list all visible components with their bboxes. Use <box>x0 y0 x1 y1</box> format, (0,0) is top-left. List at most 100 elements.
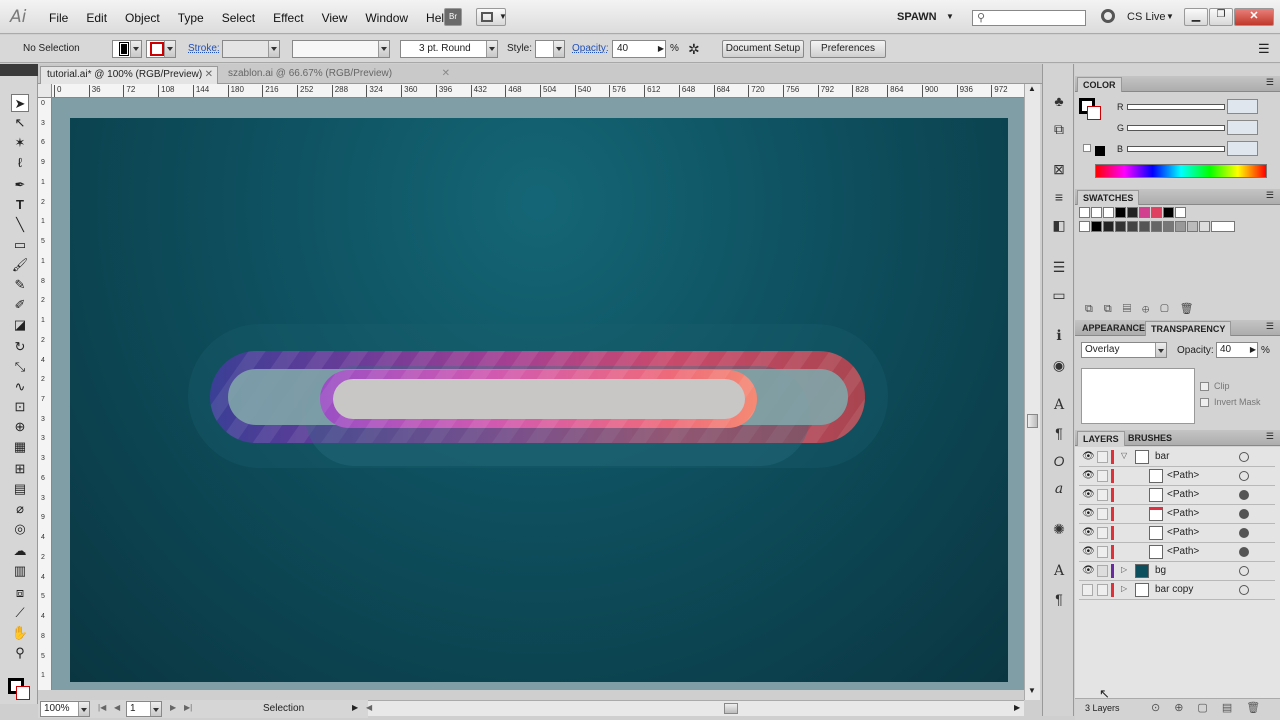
brush-definition[interactable]: 3 pt. Round <box>400 40 498 58</box>
eye-icon[interactable]: 👁 <box>1082 489 1095 501</box>
menu-edit[interactable]: Edit <box>77 11 116 25</box>
swatch[interactable] <box>1079 207 1090 218</box>
zoom-icon[interactable]: ⚲ <box>11 644 29 662</box>
graph-icon[interactable]: ▥ <box>11 562 29 580</box>
hscroll-thumb[interactable] <box>724 703 738 714</box>
transform-icon[interactable]: ⊠ <box>1050 160 1068 178</box>
artboard-icon[interactable]: ⧈ <box>11 584 29 602</box>
layer-row-path[interactable]: 👁 <Path> <box>1079 543 1275 562</box>
menu-view[interactable]: View <box>313 11 357 25</box>
g-slider[interactable] <box>1127 125 1225 131</box>
layer-name[interactable]: bg <box>1155 565 1166 576</box>
scroll-thumb[interactable] <box>1027 414 1038 428</box>
eye-icon[interactable]: 👁 <box>1082 470 1095 482</box>
close-button[interactable]: ✕ <box>1234 8 1274 26</box>
color-tab[interactable]: COLOR <box>1077 77 1122 92</box>
target-icon[interactable] <box>1239 547 1249 557</box>
eye-icon[interactable]: 👁 <box>1082 546 1095 558</box>
scroll-left-icon[interactable]: ◀ <box>366 703 372 712</box>
vertical-ruler[interactable]: 036912151821242733363942454851 <box>38 98 52 690</box>
lock-toggle[interactable] <box>1097 470 1108 482</box>
expand-right-icon[interactable]: ▷ <box>1121 584 1127 593</box>
artboard[interactable] <box>70 118 1008 682</box>
layer-row-bar-copy[interactable]: ▷ bar copy <box>1079 581 1275 600</box>
blob-brush-icon[interactable]: ✐ <box>11 296 29 314</box>
symbols-icon[interactable]: ♣ <box>1050 92 1068 110</box>
color-spectrum[interactable] <box>1095 164 1267 178</box>
invert-mask-checkbox[interactable] <box>1200 398 1209 407</box>
slice-icon[interactable]: ⟋ <box>11 604 29 622</box>
layer-name[interactable]: <Path> <box>1167 470 1199 481</box>
black-swatch[interactable] <box>1095 146 1105 156</box>
transparency-tab[interactable]: TRANSPARENCY <box>1145 321 1232 336</box>
eye-icon[interactable]: 👁 <box>1082 508 1095 520</box>
horizontal-ruler[interactable]: 0 36 72 108 144 180 216 252 288 324 360 396 432 468 50… <box>52 84 1024 98</box>
swatch[interactable] <box>1151 207 1162 218</box>
opacity-mask-thumbnail[interactable] <box>1081 368 1195 424</box>
menu-object[interactable]: Object <box>116 11 169 25</box>
graphic-styles-icon[interactable]: ✺ <box>1050 520 1068 538</box>
pencil-icon[interactable]: ✎ <box>11 276 29 294</box>
status-menu-icon[interactable]: ▶ <box>352 703 358 712</box>
swatch[interactable] <box>1091 221 1102 232</box>
clip-checkbox[interactable] <box>1200 382 1209 391</box>
paintbrush-icon[interactable]: 🖌 <box>11 256 29 274</box>
blend-icon[interactable]: ◎ <box>11 520 29 538</box>
expand-right-icon[interactable]: ▷ <box>1121 565 1127 574</box>
menu-type[interactable]: Type <box>169 11 213 25</box>
layers-footer-icons[interactable]: ⊙⊕▢▤🗑 <box>1151 701 1274 714</box>
scroll-right-icon[interactable]: ▶ <box>1014 703 1020 712</box>
r-value[interactable] <box>1227 99 1258 114</box>
fill-swatch[interactable] <box>112 40 142 58</box>
layer-name[interactable]: bar <box>1155 451 1169 462</box>
layer-name[interactable]: <Path> <box>1167 489 1199 500</box>
swatch[interactable] <box>1127 221 1138 232</box>
opacity-field[interactable]: 40 ▶ <box>612 40 666 58</box>
info-icon[interactable]: ℹ <box>1050 326 1068 344</box>
appearance-tab[interactable]: APPEARANCE <box>1077 321 1150 336</box>
stroke-label[interactable]: Stroke: <box>188 43 220 54</box>
opentype-icon[interactable]: O <box>1050 452 1068 470</box>
pen-icon[interactable]: ✒ <box>11 176 29 194</box>
opacity-label[interactable]: Opacity: <box>572 43 609 54</box>
target-icon[interactable] <box>1239 452 1249 462</box>
panel-menu-icon[interactable]: ☰ <box>1266 77 1274 88</box>
close-icon[interactable]: ✕ <box>442 66 450 82</box>
blend-mode-select[interactable]: Overlay <box>1081 342 1167 358</box>
lock-toggle[interactable] <box>1097 527 1108 539</box>
eye-icon[interactable]: 👁 <box>1082 527 1095 539</box>
symbol-sprayer-icon[interactable]: ☁ <box>11 542 29 560</box>
control-menu-icon[interactable]: ☰ <box>1258 41 1270 57</box>
tab-tutorial[interactable]: tutorial.ai* @ 100% (RGB/Preview) ✕ <box>40 66 218 84</box>
swatch[interactable] <box>1139 207 1150 218</box>
search-input[interactable]: ⚲ <box>972 10 1086 26</box>
swatch[interactable] <box>1091 207 1102 218</box>
swatch[interactable] <box>1199 221 1210 232</box>
scroll-down-icon[interactable]: ▼ <box>1028 686 1036 695</box>
character-styles-icon[interactable]: A <box>1050 562 1068 580</box>
restore-button[interactable]: ❐ <box>1209 8 1233 26</box>
target-icon[interactable] <box>1239 585 1249 595</box>
magic-wand-icon[interactable]: ✶ <box>11 134 29 152</box>
next-page-icon[interactable]: ▶ <box>170 703 176 712</box>
type-icon[interactable]: T <box>11 196 29 214</box>
mesh-icon[interactable]: ⊞ <box>11 460 29 478</box>
swatch[interactable] <box>1079 221 1090 232</box>
close-icon[interactable]: ✕ <box>205 67 213 83</box>
swatch[interactable] <box>1151 221 1162 232</box>
direct-selection-icon[interactable]: ↖ <box>11 114 29 132</box>
paragraph-styles-icon[interactable]: ¶ <box>1050 590 1068 608</box>
none-swatch[interactable] <box>1083 144 1091 152</box>
scale-icon[interactable]: ⤡ <box>11 358 29 376</box>
panel-menu-icon[interactable]: ☰ <box>1266 431 1274 442</box>
minimize-button[interactable]: ▁ <box>1184 8 1208 26</box>
stroke-panel-icon[interactable]: ☰ <box>1050 258 1068 276</box>
swatch[interactable] <box>1103 221 1114 232</box>
layer-name[interactable]: bar copy <box>1155 584 1193 595</box>
swatch[interactable] <box>1127 207 1138 218</box>
selection-icon[interactable]: ➤ <box>11 94 29 112</box>
gradient-icon[interactable]: ▤ <box>11 480 29 498</box>
panel-menu-icon[interactable]: ☰ <box>1266 190 1274 201</box>
target-icon[interactable] <box>1239 528 1249 538</box>
gradient-panel-icon[interactable]: ▭ <box>1050 286 1068 304</box>
